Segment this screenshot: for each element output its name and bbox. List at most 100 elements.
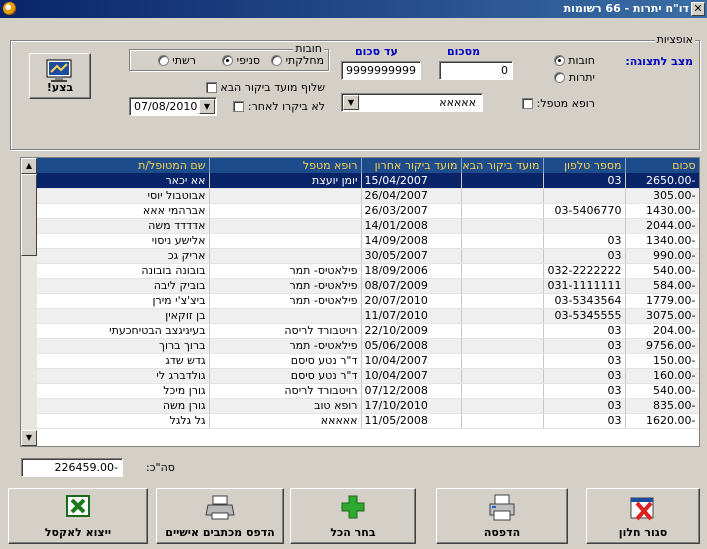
no-visit-after-row[interactable]: לא ביקרו לאחר: [233, 100, 325, 113]
table-row[interactable]: בובונה בובונה פילאטיס- תמר 18/09/2006 032-2… [37, 263, 699, 279]
export-excel-button[interactable]: ייצוא לאקסל [8, 488, 148, 544]
print-letters-label: הדפס מכתבים אישיים [165, 526, 275, 539]
scroll-down-icon[interactable]: ▼ [21, 430, 37, 446]
scroll-up-icon[interactable]: ▲ [21, 158, 37, 174]
table-row[interactable]: אלישע ניסוי 14/09/2008 03 1340.00- [37, 233, 699, 249]
total-field: 226459.00- [21, 458, 123, 477]
table-cell: פילאטיס- תמר [209, 263, 362, 279]
close-window-button[interactable]: סגור חלון [586, 488, 700, 544]
amount-to-input[interactable]: 9999999999 [341, 61, 421, 80]
table-row[interactable]: גל גלגל אאאאא 11/05/2008 03 1620.00- [37, 413, 699, 429]
balances-radio-icon[interactable] [554, 72, 566, 83]
col-phone[interactable]: מספר טלפון [543, 158, 626, 173]
table-cell: ד"ר נטע סיסם [209, 368, 362, 384]
col-patient[interactable]: שם המטופל/ת [37, 158, 210, 173]
department-label: מחלקתי [285, 54, 324, 67]
table-cell: 08/07/2009 [361, 278, 462, 294]
table-row[interactable]: גולדברג לי ד"ר נטע סיסם 10/04/2007 03 160.00… [37, 368, 699, 384]
table-row[interactable]: אברהמי אאא 26/03/2007 03-5406770 1430.00- [37, 203, 699, 219]
no-visit-after-label: לא ביקרו לאחר: [247, 100, 325, 113]
table-cell: יומן יועצת [209, 173, 362, 189]
table-cell: 2650.00- [625, 173, 699, 189]
table-cell [543, 188, 626, 204]
col-amount[interactable]: סכום [625, 158, 699, 173]
table-header-row: שם המטופל/ת רופא מטפל מועד ביקור אחרון מ… [37, 158, 699, 173]
branch-radio-icon[interactable] [222, 55, 234, 66]
table-row[interactable]: בן זוקאין 11/07/2010 03-5345555 3075.00- [37, 308, 699, 324]
table-row[interactable]: גדש שדג ד"ר נטע סיסם 10/04/2007 03 150.00- [37, 353, 699, 369]
balances-table[interactable]: ▲ ▼ שם המטופל/ת רופא מטפל מועד ביקור אחר… [20, 157, 700, 447]
print-button[interactable]: הדפסה [436, 488, 568, 544]
no-visit-after-checkbox[interactable] [233, 101, 245, 112]
table-cell: 3075.00- [625, 308, 699, 324]
table-row[interactable]: גורן משה רופא טוב 17/10/2010 03 835.00- [37, 398, 699, 414]
table-cell [461, 278, 544, 294]
table-cell: גולדברג לי [37, 368, 210, 384]
window-title: דו"ח יתרות - 66 רשומות [563, 2, 689, 15]
radio-department[interactable]: מחלקתי [271, 54, 324, 67]
app-icon [3, 2, 16, 15]
department-radio-icon[interactable] [271, 55, 283, 66]
table-cell: ד"ר נטע סיסם [209, 353, 362, 369]
table-cell [461, 413, 544, 429]
balances-label: יתרות [568, 71, 595, 84]
table-cell: 03 [543, 248, 626, 264]
select-all-button[interactable]: בחר הכל [290, 488, 416, 544]
treating-doctor-label: רופא מטפל: [536, 97, 595, 110]
table-cell: 305.00- [625, 188, 699, 204]
print-letters-button[interactable]: הדפס מכתבים אישיים [156, 488, 284, 544]
scroll-thumb[interactable] [21, 174, 37, 256]
send-next-visit-row[interactable]: שלוף מועד ביקור הבא [205, 81, 325, 94]
table-row[interactable]: גורן מיכל רויטבורד לריסה 07/12/2008 03 540.0… [37, 383, 699, 399]
options-group: אופציות מצב לתצוגה: חובות יתרות רופא מטפ… [10, 33, 700, 150]
table-cell: 22/10/2009 [361, 323, 462, 339]
table-cell: ביצ'צ'י מירן [37, 293, 210, 309]
table-row[interactable]: ברוך ברוך פילאטיס- תמר 05/06/2008 03 9756.00… [37, 338, 699, 354]
table-cell: 540.00- [625, 383, 699, 399]
report-window: דו"ח יתרות - 66 רשומות ✕ אופציות מצב לתצ… [0, 0, 707, 549]
table-cell [209, 233, 362, 249]
table-row[interactable]: אא יכאר יומן יועצת 15/04/2007 03 2650.00- [37, 173, 699, 189]
table-cell: אאאאא [209, 413, 362, 429]
table-row[interactable]: ביצ'צ'י מירן פילאטיס- תמר 20/07/2010 03-534… [37, 293, 699, 309]
send-next-visit-checkbox[interactable] [205, 82, 217, 93]
col-next-visit[interactable]: מועד ביקור הבא [461, 158, 544, 173]
table-row[interactable]: אדדדד משה 14/01/2008 2044.00- [37, 218, 699, 234]
branch-label: סניפי [236, 54, 260, 67]
col-doctor[interactable]: רופא מטפל [209, 158, 362, 173]
radio-branch[interactable]: סניפי [222, 54, 260, 67]
data-table: שם המטופל/ת רופא מטפל מועד ביקור אחרון מ… [37, 158, 699, 429]
radio-debts[interactable]: חובות [553, 54, 595, 67]
table-cell: 20/07/2010 [361, 293, 462, 309]
table-cell [209, 248, 362, 264]
execute-button[interactable]: בצע! [29, 53, 91, 99]
radio-network[interactable]: רשתי [157, 54, 196, 67]
debts-radio-icon[interactable] [553, 55, 565, 66]
amount-from-input[interactable]: 0 [439, 61, 513, 80]
table-cell: 03 [543, 383, 626, 399]
network-radio-icon[interactable] [157, 55, 169, 66]
treating-doctor-combo[interactable]: אאאאא ▼ [341, 93, 483, 112]
treating-doctor-checkbox[interactable] [522, 98, 534, 109]
vertical-scrollbar[interactable]: ▲ ▼ [21, 158, 37, 446]
no-visit-after-date[interactable]: 07/08/2010 ▼ [129, 97, 217, 116]
table-cell: 1430.00- [625, 203, 699, 219]
table-cell [461, 233, 544, 249]
treating-doctor-row[interactable]: רופא מטפל: [522, 97, 595, 110]
table-cell: 07/12/2008 [361, 383, 462, 399]
table-row[interactable]: אריק גכ 30/05/2007 03 990.00- [37, 248, 699, 264]
table-cell: 03 [543, 233, 626, 249]
col-last-visit[interactable]: מועד ביקור אחרון [361, 158, 462, 173]
table-row[interactable]: בעיגיגצב הבטיחכעתי רויטבורד לריסה 22/10/20… [37, 323, 699, 339]
export-excel-label: ייצוא לאקסל [44, 526, 112, 539]
table-cell: 03-5345555 [543, 308, 626, 324]
table-row[interactable]: בוביק ליבה פילאטיס- תמר 08/07/2009 031-1111… [37, 278, 699, 294]
table-row[interactable]: אבוטבול יוסי 26/04/2007 305.00- [37, 188, 699, 204]
chevron-down-icon[interactable]: ▼ [199, 99, 215, 114]
table-cell [461, 248, 544, 264]
radio-balances[interactable]: יתרות [554, 71, 595, 84]
close-icon[interactable]: ✕ [691, 2, 705, 16]
send-next-visit-label: שלוף מועד ביקור הבא [220, 81, 325, 94]
table-cell: רופא טוב [209, 398, 362, 414]
chevron-down-icon[interactable]: ▼ [343, 95, 359, 110]
